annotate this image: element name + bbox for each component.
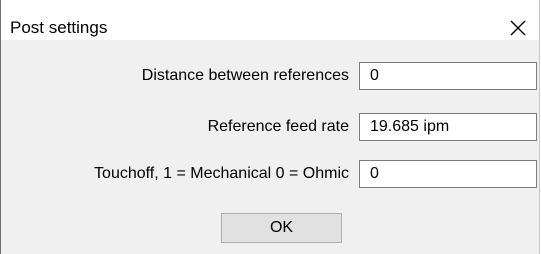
dialog-title: Post settings xyxy=(10,18,108,37)
touchoff-label: Touchoff, 1 = Mechanical 0 = Ohmic xyxy=(94,165,349,182)
ok-button[interactable]: OK xyxy=(221,213,342,243)
reference-feed-rate-input[interactable] xyxy=(359,113,537,141)
reference-feed-rate-label: Reference feed rate xyxy=(207,118,349,135)
close-icon[interactable] xyxy=(505,15,531,41)
distance-between-references-label: Distance between references xyxy=(141,67,349,84)
distance-between-references-input[interactable] xyxy=(359,62,537,90)
title-bar: Post settings xyxy=(1,0,539,40)
touchoff-input[interactable] xyxy=(359,160,537,188)
post-settings-dialog: Post settings Distance between reference… xyxy=(0,0,540,254)
